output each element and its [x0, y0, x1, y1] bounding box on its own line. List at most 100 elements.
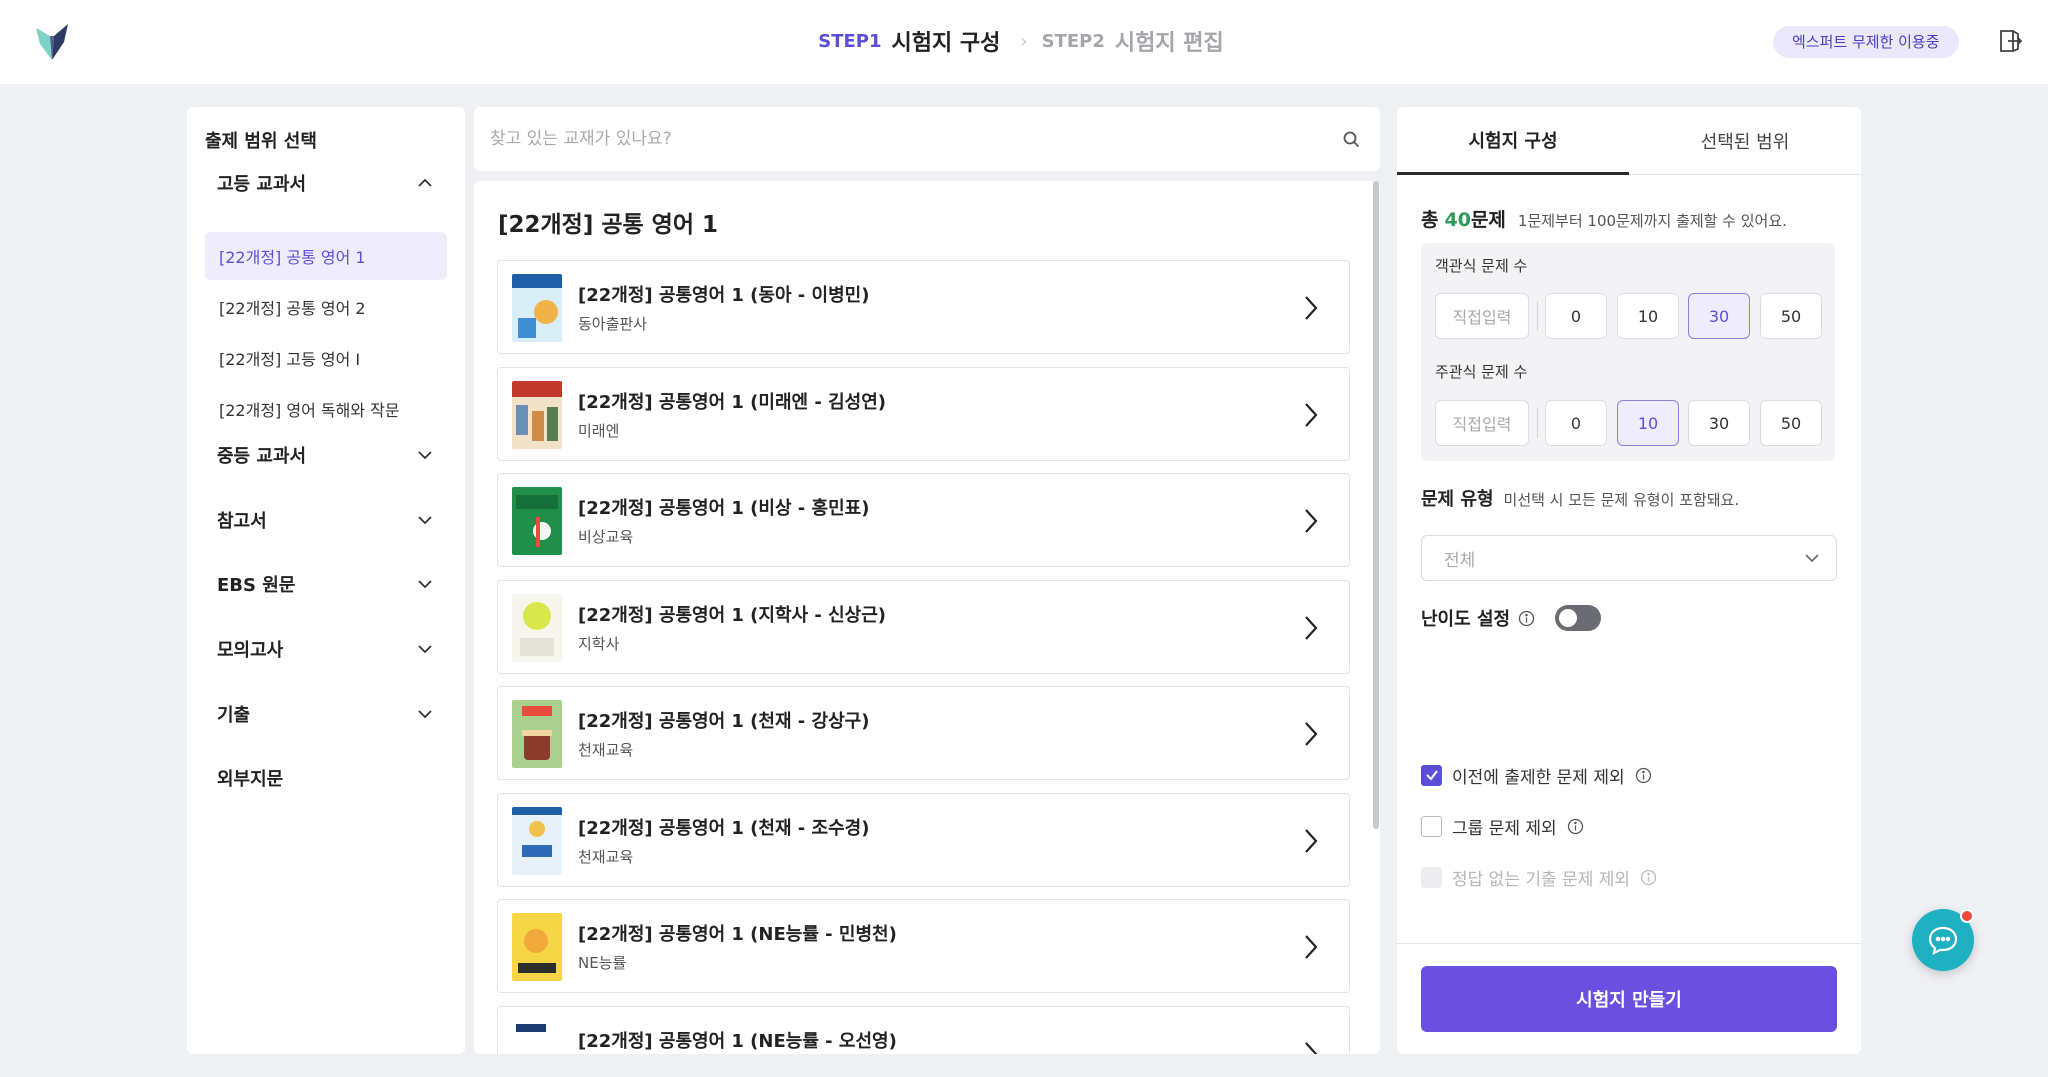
category-reference-book[interactable]: 참고서 [205, 495, 447, 545]
exclude-no-answer-row: 정답 없는 기출 문제 제외 [1421, 863, 1657, 891]
textbook-item[interactable]: [22개정] 공통영어 1 (천재 - 조수경) 천재교육 [497, 793, 1350, 887]
exclude-group-label: 그룹 문제 제외 [1452, 818, 1557, 839]
objective-count-label: 객관식 문제 수 [1435, 257, 1528, 275]
question-type-hint: 미선택 시 모든 문제 유형이 포함돼요. [1503, 491, 1740, 509]
textbook-name: [22개정] 공통영어 1 (지학사 - 신상근) [578, 605, 887, 626]
sidebar-title: 출제 범위 선택 [205, 131, 317, 152]
info-icon[interactable] [1518, 610, 1535, 627]
textbook-item[interactable]: [22개정] 공통영어 1 (비상 - 홍민표) 비상교육 [497, 473, 1350, 567]
category-ebs[interactable]: EBS 원문 [205, 559, 447, 609]
tab-exam-compose[interactable]: 시험지 구성 [1397, 107, 1629, 175]
subitem-reading-writing[interactable]: [22개정] 영어 독해와 작문 [205, 385, 447, 433]
total-number: 40 [1444, 209, 1471, 231]
category-past-exam[interactable]: 기출 [205, 689, 447, 739]
chevron-up-icon [418, 178, 432, 187]
book-cover-image [512, 274, 562, 342]
book-cover-image [512, 1020, 562, 1054]
total-prefix: 총 [1421, 209, 1439, 231]
scope-sidebar: 출제 범위 선택 고등 교과서 [22개정] 공통 영어 1 [22개정] 공통… [187, 107, 465, 1054]
total-question-count: 총 40문제 1문제부터 100문제까지 출제할 수 있어요. [1421, 205, 1787, 232]
textbook-item[interactable]: [22개정] 공통영어 1 (NE능률 - 오선영) [497, 1006, 1350, 1054]
tab-selected-scope[interactable]: 선택된 범위 [1629, 107, 1861, 175]
textbook-item[interactable]: [22개정] 공통영어 1 (NE능률 - 민병천) NE능률 [497, 899, 1350, 993]
textbook-item[interactable]: [22개정] 공통영어 1 (동아 - 이병민) 동아출판사 [497, 260, 1350, 354]
top-header: STEP1 시험지 구성 › STEP2 시험지 편집 엑스퍼트 무제한 이용중 [0, 0, 2048, 84]
checkbox-unchecked[interactable] [1421, 815, 1442, 837]
list-title: [22개정] 공통 영어 1 [498, 212, 719, 238]
subjective-option-30[interactable]: 30 [1688, 400, 1750, 446]
subitem-common-english-2[interactable]: [22개정] 공통 영어 2 [205, 283, 447, 331]
category-high-textbook[interactable]: 고등 교과서 [205, 158, 447, 208]
chat-icon [1928, 926, 1958, 955]
book-cover-image [512, 487, 562, 555]
divider [1397, 943, 1861, 944]
textbook-item[interactable]: [22개정] 공통영어 1 (미래엔 - 김성연) 미래엔 [497, 367, 1350, 461]
step-2-number: STEP2 [1041, 30, 1105, 52]
textbook-item[interactable]: [22개정] 공통영어 1 (천재 - 강상구) 천재교육 [497, 686, 1350, 780]
exclude-no-answer-label: 정답 없는 기출 문제 제외 [1452, 869, 1631, 890]
checkbox-checked[interactable] [1421, 764, 1442, 786]
create-exam-button[interactable]: 시험지 만들기 [1421, 966, 1837, 1032]
subjective-option-50[interactable]: 50 [1760, 400, 1822, 446]
list-scrollbar[interactable] [1373, 181, 1379, 829]
info-icon[interactable] [1567, 818, 1584, 835]
chevron-down-icon [418, 580, 432, 589]
textbook-item[interactable]: [22개정] 공통영어 1 (지학사 - 신상근) 지학사 [497, 580, 1350, 674]
exclude-group-row[interactable]: 그룹 문제 제외 [1421, 812, 1584, 840]
chevron-right-icon: › [1020, 30, 1028, 52]
exclude-previous-row[interactable]: 이전에 출제한 문제 제외 [1421, 761, 1652, 789]
publisher-name: 동아출판사 [578, 315, 648, 333]
divider [1537, 301, 1538, 331]
question-type-value: 전체 [1444, 550, 1476, 571]
book-cover-image [512, 913, 562, 981]
plan-badge[interactable]: 엑스퍼트 무제한 이용중 [1773, 26, 1959, 58]
objective-direct-input[interactable]: 직접입력 [1435, 293, 1529, 339]
category-label: 참고서 [217, 511, 267, 532]
chevron-right-icon [1305, 616, 1318, 640]
step-2-title: 시험지 편집 [1114, 31, 1224, 56]
objective-option-30[interactable]: 30 [1688, 293, 1750, 339]
question-type-select[interactable]: 전체 [1421, 535, 1837, 581]
chevron-down-icon [418, 516, 432, 525]
publisher-name: 천재교육 [578, 741, 634, 759]
search-icon[interactable] [1343, 131, 1360, 148]
publisher-name: 지학사 [578, 635, 620, 653]
difficulty-row: 난이도 설정 [1421, 603, 1602, 633]
step-1-number: STEP1 [818, 30, 882, 52]
search-input[interactable] [490, 119, 1310, 159]
subitem-common-english-1[interactable]: [22개정] 공통 영어 1 [205, 232, 447, 280]
book-cover-image [512, 594, 562, 662]
objective-option-0[interactable]: 0 [1545, 293, 1607, 339]
subjective-direct-input[interactable]: 직접입력 [1435, 400, 1529, 446]
step-indicator: STEP1 시험지 구성 › STEP2 시험지 편집 [0, 24, 2048, 58]
checkbox-disabled [1421, 866, 1442, 888]
notification-dot [1960, 909, 1974, 923]
question-type-row: 문제 유형 미선택 시 모든 문제 유형이 포함돼요. [1421, 485, 1739, 511]
category-external-passage[interactable]: 외부지문 [205, 753, 447, 803]
objective-option-10[interactable]: 10 [1617, 293, 1679, 339]
subjective-count-label: 주관식 문제 수 [1435, 363, 1528, 381]
publisher-name: 천재교육 [578, 848, 634, 866]
difficulty-toggle[interactable] [1555, 605, 1602, 631]
divider [1537, 408, 1538, 438]
category-mock-exam[interactable]: 모의고사 [205, 624, 447, 674]
info-icon[interactable] [1635, 767, 1652, 784]
step-1: STEP1 시험지 구성 [818, 25, 1006, 57]
logout-icon[interactable] [1997, 28, 2023, 54]
textbook-name: [22개정] 공통영어 1 (NE능률 - 오선영) [578, 1031, 897, 1052]
subjective-option-0[interactable]: 0 [1545, 400, 1607, 446]
book-cover-image [512, 381, 562, 449]
total-number-wrap: 40문제 [1444, 205, 1505, 232]
subjective-option-10[interactable]: 10 [1617, 400, 1679, 446]
step-2: STEP2 시험지 편집 [1042, 25, 1230, 57]
category-label: EBS 원문 [217, 575, 296, 596]
category-middle-textbook[interactable]: 중등 교과서 [205, 430, 447, 480]
subitem-high-english-1[interactable]: [22개정] 고등 영어 I [205, 334, 447, 382]
book-cover-image [512, 700, 562, 768]
textbook-list-panel: [22개정] 공통 영어 1 [22개정] 공통영어 1 (동아 - 이병민) … [474, 181, 1380, 1054]
publisher-name: NE능률 [578, 954, 627, 972]
chevron-down-icon [418, 710, 432, 719]
difficulty-label: 난이도 설정 [1421, 609, 1511, 630]
chevron-down-icon [418, 645, 432, 654]
objective-option-50[interactable]: 50 [1760, 293, 1822, 339]
